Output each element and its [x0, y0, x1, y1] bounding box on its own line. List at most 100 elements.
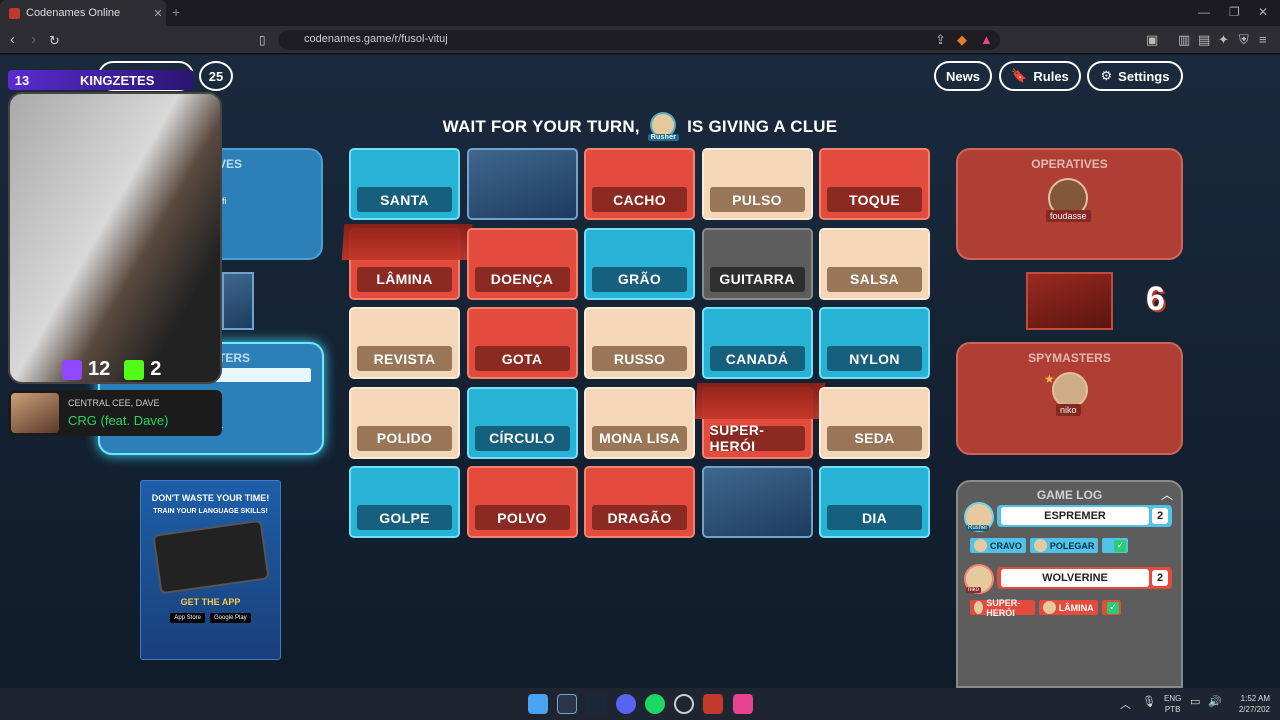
- start-icon[interactable]: [528, 694, 548, 714]
- ad-cta[interactable]: GET THE APP: [141, 597, 280, 607]
- twitch-count: 12: [88, 358, 111, 380]
- kick-count: 2: [150, 358, 162, 380]
- tab-close-icon[interactable]: ✕: [150, 7, 166, 20]
- clue-banner: WAIT FOR YOUR TURN, Rusher IS GIVING A C…: [420, 112, 860, 141]
- app-ad-banner[interactable]: DON'T WASTE YOUR TIME! TRAIN YOUR LANGUA…: [140, 480, 281, 660]
- card-word: GRÃO: [592, 266, 687, 292]
- blue-spymasters-title: TERS: [218, 351, 251, 365]
- blue-clue-input[interactable]: [215, 368, 311, 382]
- settings-button[interactable]: ⚙ Settings: [1087, 61, 1183, 91]
- rules-button[interactable]: 🔖 Rules: [999, 61, 1081, 91]
- log-clue-word: ESPREMER: [1001, 507, 1149, 525]
- card-salsa[interactable]: SALSA: [819, 227, 930, 300]
- card-guitarra[interactable]: GUITARRA: [701, 227, 813, 300]
- red-operatives-panel: OPERATIVES foudasse: [956, 148, 1183, 260]
- log-end-chip: ✓: [1102, 538, 1129, 553]
- app-store-badge[interactable]: App Store: [170, 613, 205, 623]
- close-window-button[interactable]: ✕: [1258, 5, 1268, 19]
- red-spymasters-panel: SPYMASTERS ★ niko: [956, 342, 1183, 455]
- volume-icon[interactable]: 🔊: [1208, 695, 1222, 708]
- card-gr-o[interactable]: GRÃO: [584, 227, 695, 300]
- red-remaining-card: [1026, 272, 1113, 330]
- log-clue-number: 2: [1152, 508, 1168, 524]
- log-guesses: CRAVO POLEGAR ✓: [970, 538, 1129, 553]
- card-word: POLVO: [474, 505, 570, 530]
- agent-card[interactable]: [701, 466, 813, 538]
- blue-remaining-card: [222, 272, 254, 330]
- song-title: CRG (feat. Dave): [68, 413, 169, 428]
- card-golpe[interactable]: GOLPE: [349, 466, 460, 538]
- new-tab-button[interactable]: +: [172, 4, 180, 20]
- guesser-avatar: [974, 601, 984, 614]
- follower-counts: 12 2: [62, 358, 161, 381]
- share-icon[interactable]: ⇪: [935, 32, 946, 48]
- card-word: MONA LISA: [592, 425, 687, 451]
- menu-icon[interactable]: ≡: [1259, 32, 1267, 47]
- rewards-icon[interactable]: ▲: [980, 32, 993, 47]
- language-indicator[interactable]: ENG PTB: [1164, 693, 1181, 715]
- clock[interactable]: 1:52 AM 2/27/202: [1228, 693, 1270, 715]
- card-seda[interactable]: SEDA: [819, 386, 930, 459]
- back-icon[interactable]: ‹: [10, 31, 15, 48]
- url-input[interactable]: codenames.game/r/fusol-vituj: [278, 30, 1000, 50]
- card-word: CACHO: [592, 187, 687, 212]
- site-favicon-icon: [9, 7, 20, 19]
- card-doen-a[interactable]: DOENÇA: [466, 227, 578, 300]
- google-play-badge[interactable]: Google Play: [210, 613, 251, 623]
- card-toque[interactable]: TOQUE: [819, 148, 930, 220]
- game2-icon[interactable]: [733, 694, 753, 714]
- news-button[interactable]: News: [934, 61, 992, 91]
- card-polido[interactable]: POLIDO: [349, 386, 460, 459]
- wallet-icon[interactable]: ▤: [1198, 32, 1210, 48]
- rules-label: Rules: [1033, 68, 1069, 84]
- obs-icon[interactable]: [674, 694, 694, 714]
- panel-icon[interactable]: ▥: [1178, 32, 1190, 48]
- chevron-up-icon[interactable]: ︿: [1161, 486, 1173, 503]
- minimize-button[interactable]: —: [1198, 5, 1210, 19]
- check-icon: ✓: [1107, 601, 1120, 614]
- card-mona-lisa[interactable]: MONA LISA: [584, 386, 695, 459]
- card-canad-[interactable]: CANADÁ: [701, 307, 813, 379]
- streamer-bar: 13 KINGZETES: [8, 70, 194, 90]
- log-clue-word: WOLVERINE: [1001, 569, 1149, 587]
- card-drag-o[interactable]: DRAGÃO: [584, 466, 695, 538]
- log-guess-chip: POLEGAR: [1029, 538, 1099, 553]
- card-russo[interactable]: RUSSO: [584, 307, 695, 379]
- spotify-icon[interactable]: [645, 694, 665, 714]
- card-l-mina[interactable]: LÂMINA: [341, 223, 473, 300]
- streamer-level: 13: [14, 72, 30, 88]
- card-pulso[interactable]: PULSO: [701, 148, 813, 220]
- tray-chevron-icon[interactable]: ︿: [1120, 696, 1131, 712]
- game-icon[interactable]: [703, 694, 723, 714]
- card-dia[interactable]: DIA: [819, 466, 930, 538]
- card-gota[interactable]: GOTA: [466, 307, 578, 379]
- card-word: GOTA: [474, 346, 570, 371]
- timer-value: 25: [208, 68, 224, 84]
- discord-icon[interactable]: [616, 694, 636, 714]
- tablet-image: [151, 519, 270, 595]
- log-clue-number: 2: [1152, 570, 1168, 586]
- forward-icon[interactable]: ›: [31, 31, 36, 48]
- card-word: SALSA: [827, 266, 922, 292]
- bookmark-icon[interactable]: ▯: [259, 33, 266, 47]
- card-santa[interactable]: SANTA: [349, 148, 460, 220]
- reload-icon[interactable]: ↻: [49, 33, 60, 49]
- steam-icon[interactable]: [586, 694, 606, 714]
- network-icon[interactable]: ▭: [1190, 695, 1200, 708]
- vpn-icon[interactable]: ⛨: [1239, 32, 1249, 48]
- sidebar-icon[interactable]: ▣: [1146, 32, 1158, 48]
- agent-card[interactable]: [466, 148, 578, 220]
- card-revista[interactable]: REVISTA: [349, 307, 460, 379]
- card-word: DIA: [827, 505, 922, 530]
- app-icon[interactable]: [557, 694, 577, 714]
- card-polvo[interactable]: POLVO: [466, 466, 578, 538]
- card-nylon[interactable]: NYLON: [819, 307, 930, 379]
- card-super-her-i[interactable]: SUPER-HERÓI: [694, 382, 825, 459]
- card-cacho[interactable]: CACHO: [584, 148, 695, 220]
- brave-shield-icon[interactable]: ◆: [957, 32, 967, 48]
- browser-tab[interactable]: Codenames Online ✕: [0, 0, 166, 26]
- card-c-rculo[interactable]: CÍRCULO: [466, 386, 578, 459]
- leo-icon[interactable]: ✦: [1218, 32, 1229, 48]
- timer-badge: 25: [199, 61, 233, 91]
- maximize-button[interactable]: ❐: [1229, 5, 1240, 19]
